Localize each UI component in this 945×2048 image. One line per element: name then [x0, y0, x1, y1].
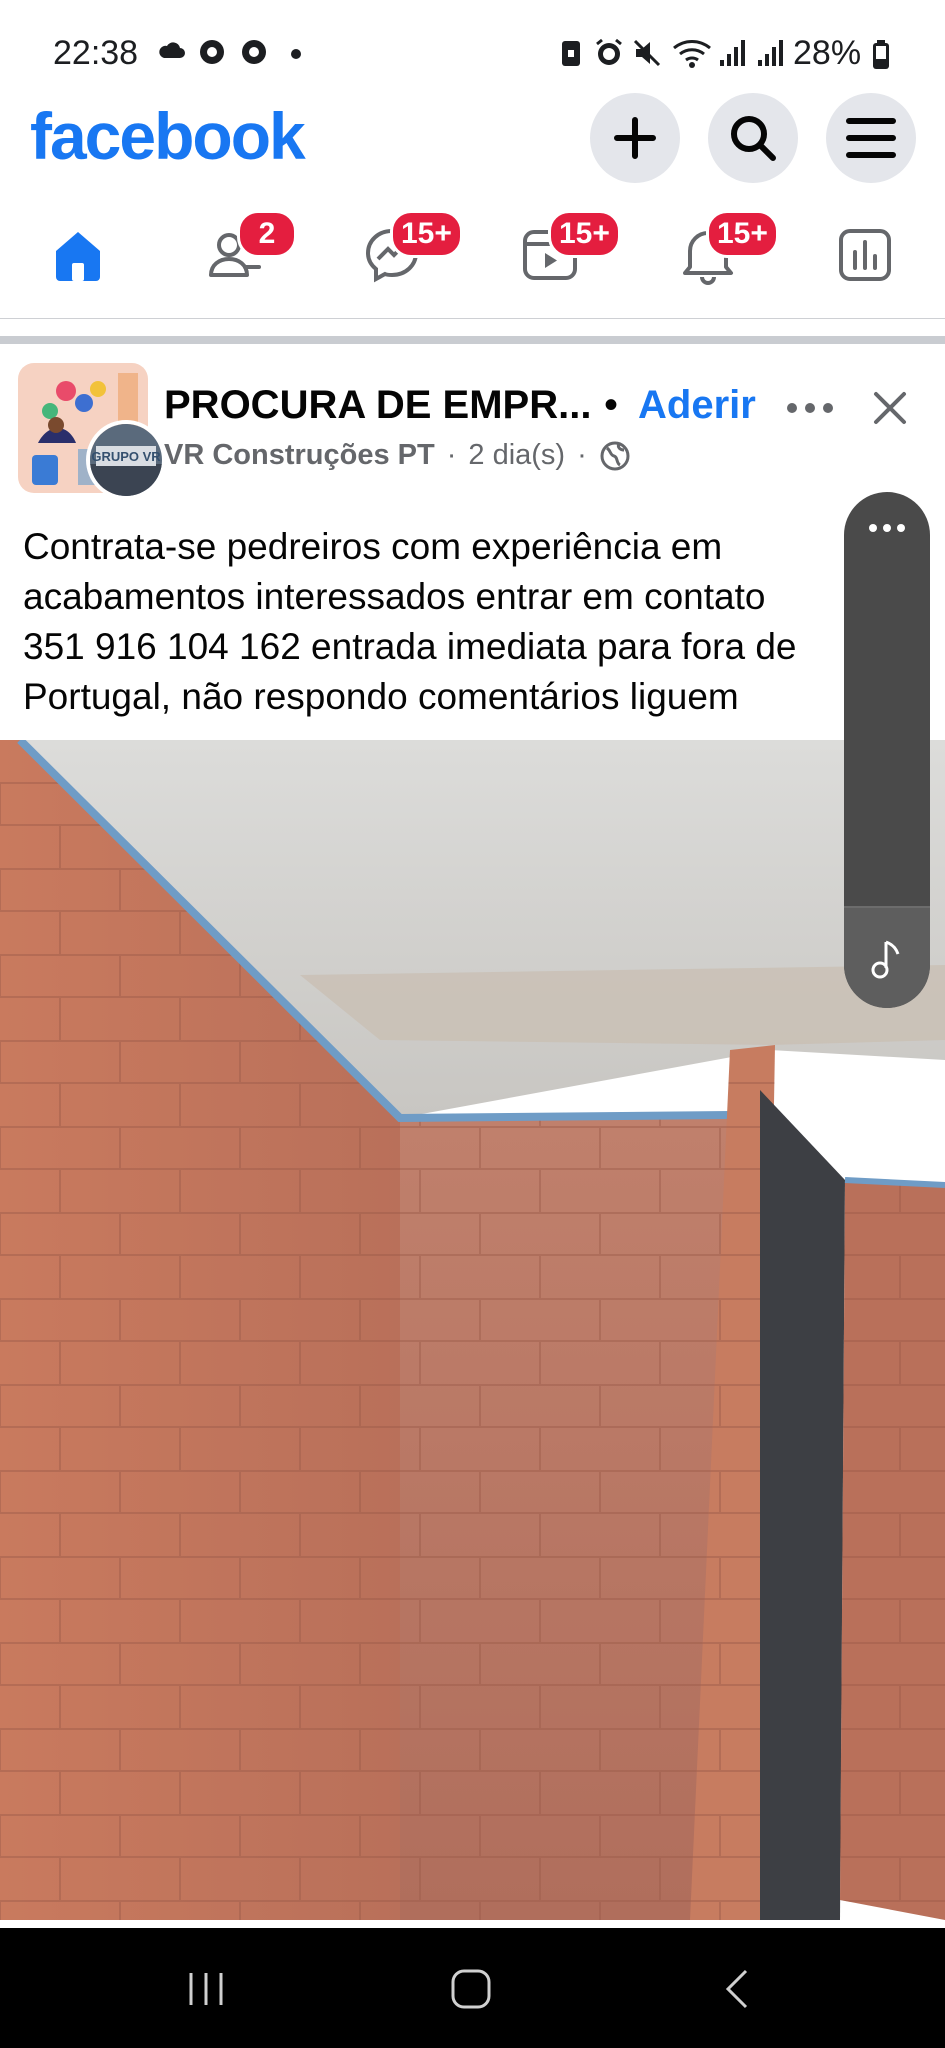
feed-separator — [0, 336, 945, 344]
music-control[interactable] — [844, 492, 930, 1008]
avatar-text: GRUPO VR — [91, 449, 161, 464]
alarm-icon — [596, 38, 622, 65]
post-text-line: Portugal, não respondo comentários ligue… — [23, 676, 739, 717]
tab-video[interactable]: 15+ — [500, 210, 621, 300]
status-bar: 22:38 28% — [0, 0, 945, 105]
more-horizontal-icon — [787, 403, 833, 413]
search-icon — [731, 116, 776, 161]
status-time: 22:38 — [53, 34, 139, 72]
home-nav-icon[interactable] — [450, 1968, 492, 2010]
tab-notifications[interactable]: 15+ — [658, 210, 779, 300]
recent-apps-icon[interactable] — [186, 1970, 226, 2008]
post-video[interactable] — [0, 740, 945, 1920]
post-text-line: acabamentos interessados entrar em conta… — [23, 576, 766, 617]
friends-badge: 2 — [237, 210, 297, 258]
post-options-button[interactable] — [782, 380, 838, 436]
chrome-icon — [200, 40, 224, 64]
close-icon — [874, 392, 906, 424]
back-icon[interactable] — [722, 1968, 752, 2010]
tab-messenger[interactable]: 15+ — [342, 210, 463, 300]
video-badge: 15+ — [548, 210, 621, 258]
tab-home[interactable] — [28, 210, 128, 300]
chrome-icon — [242, 40, 266, 64]
globe-icon — [600, 441, 630, 470]
post-text-line: 351 916 104 162 entrada imediata para fo… — [23, 626, 797, 667]
post-text: Contrata-se pedreiros com experiência em… — [23, 522, 945, 722]
home-icon — [56, 232, 100, 281]
dot-icon — [291, 49, 301, 59]
battery-icon — [873, 40, 889, 69]
group-name[interactable]: PROCURA DE EMPR... — [164, 383, 591, 428]
wifi-icon — [673, 40, 711, 68]
author-name[interactable]: VR Construções PT — [164, 439, 435, 472]
lock-icon — [562, 41, 580, 66]
video-frame — [0, 740, 945, 1920]
tab-dashboard[interactable] — [815, 210, 915, 300]
music-button[interactable] — [844, 906, 930, 1008]
create-button[interactable] — [590, 93, 680, 183]
post-text-line: Contrata-se pedreiros com experiência em — [23, 526, 723, 567]
tab-friends[interactable]: 2 — [185, 210, 297, 300]
meta-separator: · — [577, 439, 587, 471]
mute-icon — [633, 39, 661, 67]
menu-icon — [846, 118, 896, 158]
battery-percent: 28% — [793, 34, 862, 72]
notifications-badge: 15+ — [706, 210, 779, 258]
system-navigation-bar — [0, 1928, 945, 2048]
post-meta: VR Construções PT · 2 dia(s) · — [164, 439, 631, 472]
join-group-button[interactable]: Aderir — [638, 383, 756, 428]
nav-divider — [0, 318, 945, 319]
signal-icon — [758, 40, 783, 66]
menu-button[interactable] — [826, 93, 916, 183]
search-button[interactable] — [708, 93, 798, 183]
cloud-icon — [159, 42, 185, 58]
signal-icon — [720, 40, 745, 66]
music-note-icon — [871, 940, 900, 979]
author-avatar[interactable]: GRUPO VR — [86, 420, 166, 500]
facebook-logo[interactable]: facebook — [30, 98, 306, 174]
hide-post-button[interactable] — [862, 380, 918, 436]
messenger-badge: 15+ — [390, 210, 463, 258]
plus-icon — [614, 117, 656, 159]
author-avatar-image: GRUPO VR — [90, 424, 162, 496]
more-horizontal-icon — [869, 524, 905, 532]
meta-separator: · — [446, 439, 457, 471]
join-separator: • — [604, 383, 619, 427]
post-time[interactable]: 2 dia(s) — [468, 439, 565, 472]
dashboard-icon — [839, 229, 891, 281]
